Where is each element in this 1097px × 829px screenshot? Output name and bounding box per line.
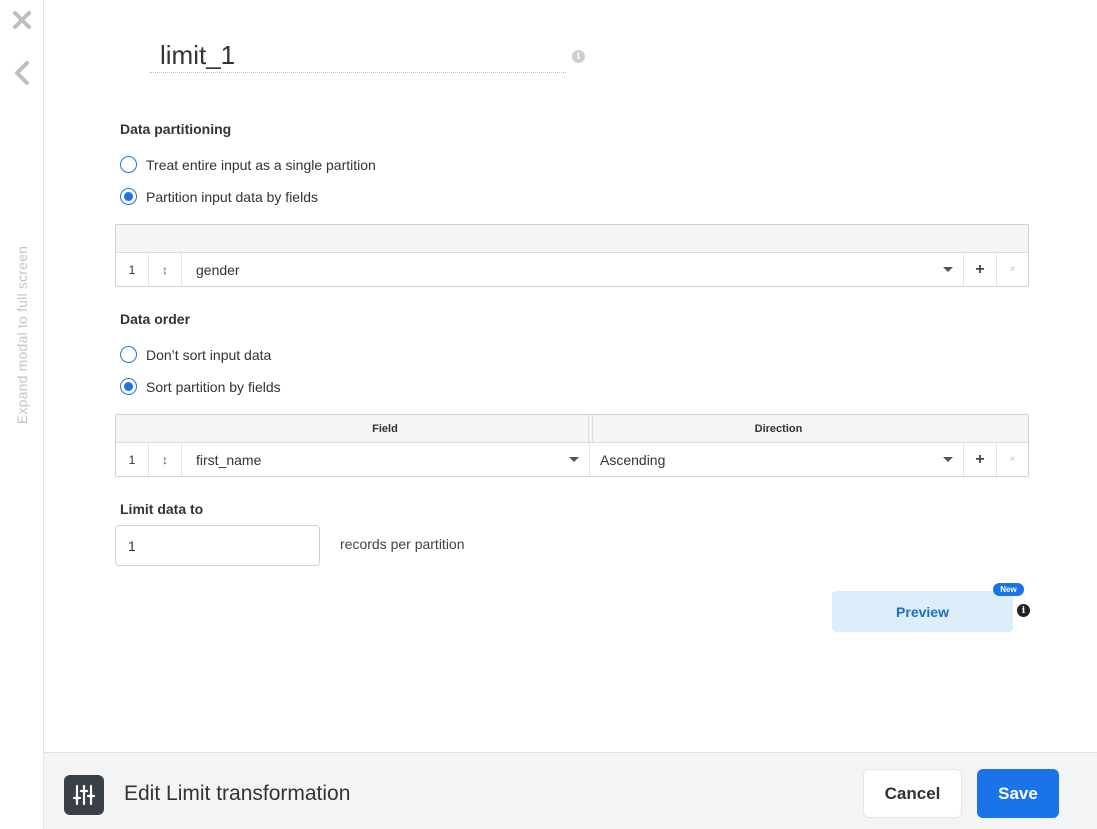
radio-label: Treat entire input as a single partition — [146, 156, 376, 173]
info-icon[interactable]: i — [572, 50, 585, 63]
collapse-button[interactable] — [8, 59, 36, 87]
chevron-down-icon — [569, 457, 579, 462]
preview-label: Preview — [896, 603, 949, 620]
table-row: 1 ↕ gender + × — [116, 253, 1028, 286]
radio-checked[interactable] — [120, 188, 137, 205]
modal-body: limit_1 i Data partitioning Treat entire… — [44, 0, 1097, 752]
remove-row-button[interactable]: × — [997, 253, 1028, 286]
close-icon: × — [1009, 454, 1016, 465]
plus-icon: + — [975, 260, 985, 278]
order-heading: Data order — [120, 311, 191, 327]
chevron-down-icon — [943, 457, 953, 462]
close-icon: × — [1009, 264, 1016, 275]
limit-input[interactable]: 1 — [115, 525, 320, 566]
expand-label: Expand modal to full screen — [14, 245, 31, 425]
new-badge: New — [993, 583, 1024, 596]
preview-button[interactable]: Preview — [832, 591, 1013, 632]
plus-icon: + — [975, 450, 985, 468]
save-button[interactable]: Save — [977, 769, 1059, 818]
column-header-direction: Direction — [592, 415, 964, 443]
expand-fullscreen-toggle[interactable]: Expand modal to full screen — [8, 190, 36, 480]
radio-unchecked[interactable] — [120, 156, 137, 173]
sort-fields-table: Field Direction 1 ↕ first_name Ascending… — [115, 414, 1029, 477]
radio-dont-sort[interactable]: Don’t sort input data — [120, 346, 271, 363]
radio-sort-by-fields[interactable]: Sort partition by fields — [120, 378, 281, 395]
cancel-button[interactable]: Cancel — [863, 769, 962, 818]
column-header-field: Field — [182, 415, 589, 443]
add-row-button[interactable]: + — [964, 253, 997, 286]
partition-fields-table: 1 ↕ gender + × — [115, 224, 1029, 287]
drag-handle[interactable]: ↕ — [149, 443, 182, 476]
modal: Expand modal to full screen limit_1 i Da… — [0, 0, 1097, 829]
field-select-value: gender — [196, 261, 240, 278]
radio-label: Sort partition by fields — [146, 378, 281, 395]
radio-checked[interactable] — [120, 378, 137, 395]
field-select[interactable]: gender — [182, 253, 964, 286]
limit-suffix: records per partition — [340, 536, 465, 552]
radio-single-partition[interactable]: Treat entire input as a single partition — [120, 156, 376, 173]
row-index: 1 — [116, 443, 149, 476]
radio-unchecked[interactable] — [120, 346, 137, 363]
transformation-name[interactable]: limit_1 — [160, 40, 235, 71]
close-button[interactable] — [8, 6, 36, 34]
radio-label: Don’t sort input data — [146, 346, 272, 363]
limit-heading: Limit data to — [120, 501, 204, 517]
sliders-icon — [64, 775, 104, 815]
remove-row-button[interactable]: × — [997, 443, 1028, 476]
partitioning-heading: Data partitioning — [120, 121, 232, 137]
close-icon — [13, 11, 31, 29]
table-row: 1 ↕ first_name Ascending + × — [116, 443, 1028, 476]
table-header: Field Direction — [116, 415, 1028, 443]
chevron-left-icon — [15, 61, 29, 85]
chevron-down-icon — [943, 267, 953, 272]
modal-title: Edit Limit transformation — [124, 782, 351, 805]
title-field[interactable]: limit_1 — [150, 38, 566, 73]
limit-input-value: 1 — [128, 537, 136, 554]
field-select-value: first_name — [196, 451, 262, 468]
radio-partition-by-fields[interactable]: Partition input data by fields — [120, 188, 318, 205]
add-row-button[interactable]: + — [964, 443, 997, 476]
modal-footer: Edit Limit transformation Cancel Save — [44, 752, 1097, 829]
direction-select[interactable]: Ascending — [590, 443, 964, 476]
left-rail: Expand modal to full screen — [0, 0, 44, 829]
table-header — [116, 225, 1028, 253]
radio-label: Partition input data by fields — [146, 188, 318, 205]
drag-handle[interactable]: ↕ — [149, 253, 182, 286]
info-icon[interactable]: i — [1017, 604, 1030, 617]
field-select[interactable]: first_name — [182, 443, 590, 476]
row-index: 1 — [116, 253, 149, 286]
direction-select-value: Ascending — [600, 451, 666, 468]
